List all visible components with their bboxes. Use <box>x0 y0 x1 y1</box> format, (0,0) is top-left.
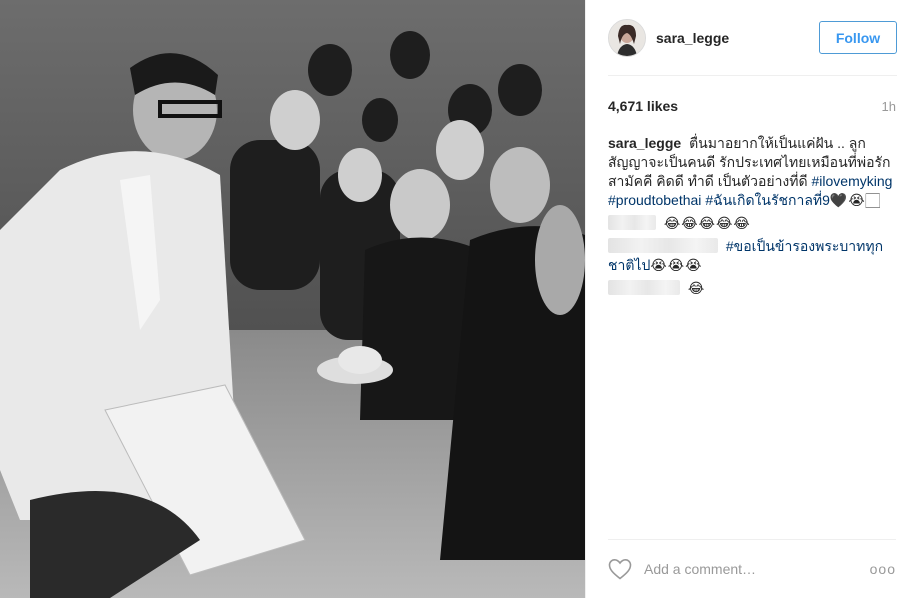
hashtag-link[interactable]: #proudtobethai <box>608 192 701 208</box>
comment-text: 😂😂😂😂😂 <box>663 215 751 231</box>
comment-item: 😂 <box>608 279 896 298</box>
blurred-username <box>608 280 680 295</box>
username-link[interactable]: sara_legge <box>656 30 729 46</box>
likes-count[interactable]: 4,671 likes <box>608 98 678 114</box>
blurred-username <box>608 215 656 230</box>
avatar[interactable] <box>608 19 646 57</box>
follow-button[interactable]: Follow <box>819 21 897 54</box>
more-options-icon[interactable]: ooo <box>868 561 896 577</box>
post-meta: 4,671 likes 1h <box>608 98 896 114</box>
heart-icon[interactable] <box>608 558 632 580</box>
comments-list: sara_legge ตื่นมาอยากให้เป็นแค่ฝัน .. ลู… <box>608 134 896 302</box>
post-photo-image <box>0 0 585 598</box>
post-photo[interactable] <box>0 0 585 598</box>
instagram-post: sara_legge Follow 4,671 likes 1h sara_le… <box>0 0 918 598</box>
caption-username[interactable]: sara_legge <box>608 135 681 151</box>
comment-text: 😂 <box>687 280 706 296</box>
hashtag-link[interactable]: #ฉันเกิดในรัชกาลที่9 <box>705 192 830 208</box>
blurred-username <box>608 238 718 253</box>
comment-emoji: 😭😭😭 <box>650 257 703 273</box>
hashtag-link[interactable]: #ilovemyking <box>811 173 892 189</box>
post-header: sara_legge Follow <box>586 0 918 76</box>
comment-item: #ขอเป็นข้ารองพระบาททุกชาติไป😭😭😭 <box>608 237 896 275</box>
caption: sara_legge ตื่นมาอยากให้เป็นแค่ฝัน .. ลู… <box>608 134 896 210</box>
caption-emoji: 🖤😭🏻 <box>829 192 881 208</box>
post-side-panel: sara_legge Follow 4,671 likes 1h sara_le… <box>585 0 918 598</box>
post-time[interactable]: 1h <box>882 99 896 114</box>
add-comment-input[interactable] <box>642 560 868 578</box>
comment-item: 😂😂😂😂😂 <box>608 214 896 233</box>
avatar-image <box>609 20 645 56</box>
comment-bar: ooo <box>608 539 896 598</box>
